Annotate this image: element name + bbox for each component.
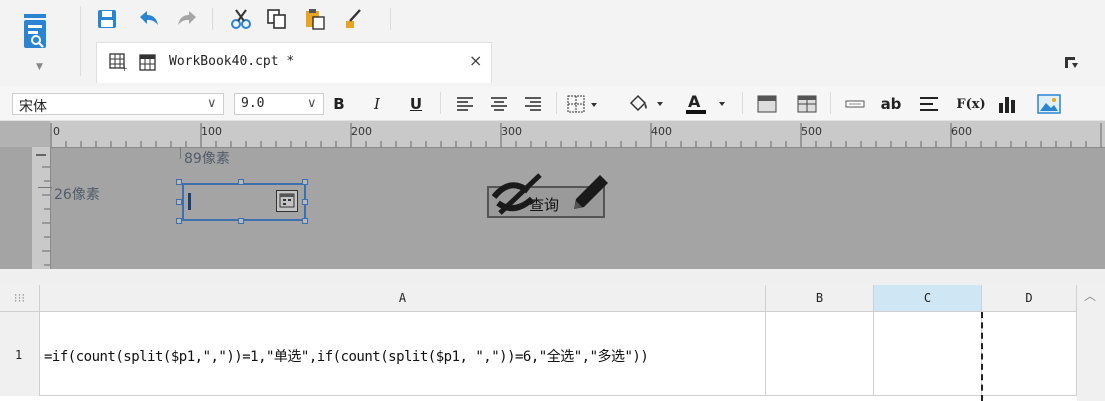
format-painter-icon[interactable]: [342, 8, 364, 30]
toolbar-divider: [830, 92, 831, 114]
border-icon[interactable]: [566, 93, 602, 115]
date-picker-widget[interactable]: [182, 183, 306, 221]
cell-c1[interactable]: [874, 312, 982, 396]
text-cursor: [188, 193, 191, 210]
toolbar-divider: [742, 92, 743, 114]
font-family-value: 宋体: [19, 99, 47, 115]
paste-icon[interactable]: [304, 8, 326, 30]
text-button[interactable]: ab: [878, 93, 904, 115]
resize-handle[interactable]: [238, 218, 244, 224]
hidden-eye-icon[interactable]: [491, 169, 546, 221]
resize-handle[interactable]: [176, 199, 182, 205]
workbook-icon: [139, 54, 157, 76]
height-dimension-label: 26像素: [54, 187, 100, 203]
resize-handle[interactable]: [302, 179, 308, 185]
ruler-tick-label: 500: [801, 125, 822, 138]
toolbar-divider: [556, 92, 557, 114]
workbook-tab[interactable]: + WorkBook40.cpt * ×: [96, 42, 492, 83]
toolbar-divider: [440, 92, 441, 114]
ruler-tick-label: 600: [951, 125, 972, 138]
align-center-icon[interactable]: [488, 93, 510, 115]
vertical-scrollbar[interactable]: ︿: [1077, 285, 1105, 401]
formula-button[interactable]: F(x): [954, 93, 988, 115]
italic-button[interactable]: I: [368, 93, 386, 115]
fill-color-icon[interactable]: [626, 93, 668, 115]
parameter-panel-canvas[interactable]: 0 100 200 300 400 500 600 89像素 26像素 查询: [0, 121, 1105, 269]
main-toolbar: ▼ + WorkBook40.cpt * ×: [0, 0, 1105, 86]
font-color-icon[interactable]: A: [684, 93, 730, 115]
row-header-1[interactable]: 1: [0, 312, 40, 396]
horizontal-ruler: 0 100 200 300 400 500 600: [50, 121, 1105, 148]
scroll-up-icon[interactable]: ︿: [1084, 287, 1096, 304]
cell-a1-formula: =if(count(split($p1,","))=1,"单选",if(coun…: [44, 349, 649, 365]
ruler-tick-label: 0: [53, 125, 60, 138]
ruler-tick-label: 400: [651, 125, 672, 138]
resize-handle[interactable]: [176, 218, 182, 224]
text-align-icon[interactable]: [918, 93, 940, 115]
resize-handle[interactable]: [302, 199, 308, 205]
width-guide: [180, 147, 181, 159]
chevron-down-icon[interactable]: ∨: [207, 96, 217, 111]
ruler-tick-label: 100: [201, 125, 222, 138]
cell-b1[interactable]: [766, 312, 874, 396]
cut-icon[interactable]: [230, 8, 252, 30]
underline-button[interactable]: U: [407, 93, 425, 115]
svg-text:+: +: [121, 64, 127, 71]
cell-d1[interactable]: [982, 312, 1077, 396]
align-left-icon[interactable]: [454, 93, 476, 115]
app-logo-icon[interactable]: [22, 14, 62, 50]
unmerge-cells-icon[interactable]: [796, 93, 818, 115]
toolbar-divider: [212, 8, 213, 30]
text-field-icon[interactable]: [844, 93, 866, 115]
image-icon[interactable]: [1036, 93, 1062, 115]
panel-toggle-icon[interactable]: [1064, 56, 1080, 74]
align-right-icon[interactable]: [522, 93, 544, 115]
select-all-corner[interactable]: ⁝⁝⁝: [0, 285, 40, 312]
row-number: 1: [15, 348, 23, 362]
edit-pencil-icon[interactable]: [566, 169, 614, 221]
height-guide: [38, 187, 52, 188]
toolbar-divider: [390, 8, 391, 30]
copy-icon[interactable]: [266, 8, 288, 30]
ruler-tick-label: 300: [501, 125, 522, 138]
chevron-down-icon[interactable]: ∨: [307, 96, 317, 111]
merge-cells-icon[interactable]: [756, 93, 778, 115]
ruler-tick-label: 200: [351, 125, 372, 138]
calendar-icon[interactable]: [276, 190, 298, 212]
format-bar: 宋体 ∨ 9.0 ∨ B I U A ab F(x): [0, 86, 1105, 121]
resize-handle[interactable]: [302, 218, 308, 224]
font-size-value: 9.0: [241, 96, 265, 111]
column-header-a[interactable]: A: [40, 285, 766, 312]
chart-icon[interactable]: [996, 93, 1018, 115]
column-header-b[interactable]: B: [766, 285, 874, 312]
font-size-select[interactable]: 9.0 ∨: [234, 93, 324, 115]
page-break-line: [981, 312, 983, 401]
undo-icon[interactable]: [138, 8, 160, 30]
tab-title: WorkBook40.cpt *: [169, 54, 295, 69]
save-icon[interactable]: [96, 8, 118, 30]
toolbar-divider: [80, 6, 81, 76]
column-header-c[interactable]: C: [874, 285, 982, 312]
tab-close-icon[interactable]: ×: [469, 51, 482, 70]
logo-dropdown-icon[interactable]: ▼: [36, 62, 43, 72]
resize-handle[interactable]: [238, 179, 244, 185]
divider-strip: [0, 269, 1105, 285]
redo-icon[interactable]: [176, 8, 198, 30]
bold-button[interactable]: B: [330, 93, 348, 115]
svg-text:A: A: [688, 93, 701, 111]
font-family-select[interactable]: 宋体 ∨: [12, 93, 224, 115]
resize-handle[interactable]: [176, 179, 182, 185]
vertical-ruler: [32, 147, 51, 269]
ruler-corner: [0, 121, 50, 147]
width-dimension-label: 89像素: [184, 151, 230, 167]
grid-insert-icon[interactable]: +: [109, 53, 128, 75]
column-header-d[interactable]: D: [982, 285, 1077, 312]
